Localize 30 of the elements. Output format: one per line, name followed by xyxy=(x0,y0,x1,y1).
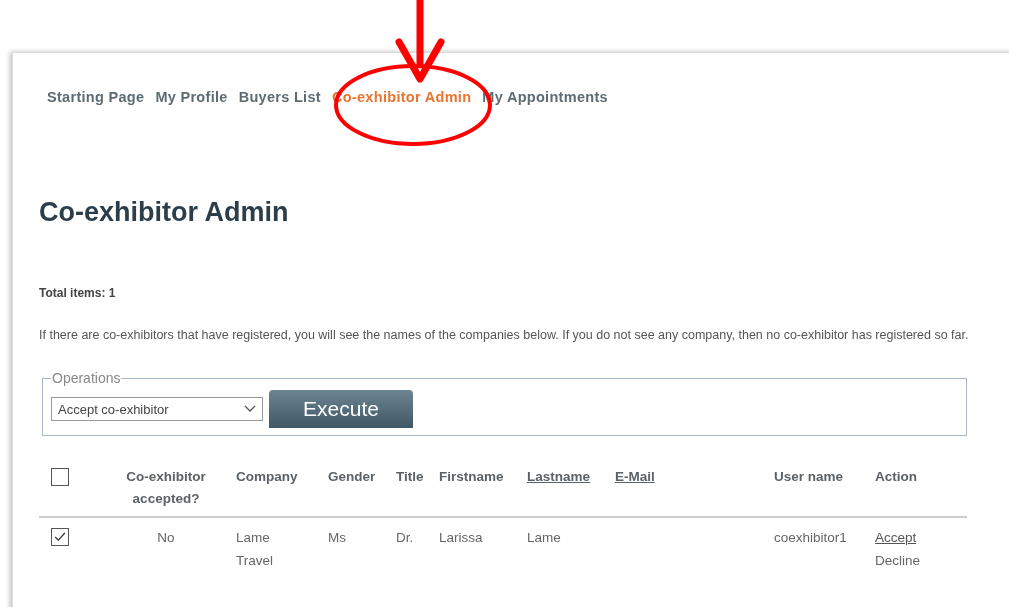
table-cell: Lame xyxy=(527,530,561,545)
column-header: User name xyxy=(774,469,844,484)
column-header: Firstname xyxy=(439,469,504,484)
table-cell: Lame Travel xyxy=(236,530,273,568)
nav-link[interactable]: Starting Page xyxy=(47,89,145,105)
execute-button[interactable]: Execute xyxy=(269,390,413,428)
column-header: Action xyxy=(875,469,917,484)
table-cell: Ms xyxy=(328,530,346,545)
operation-select[interactable]: Accept co-exhibitor xyxy=(51,397,263,421)
table-cell: No xyxy=(157,530,175,545)
total-items: Total items: 1 xyxy=(39,286,117,300)
row-checkbox[interactable] xyxy=(51,528,69,546)
nav-link[interactable]: My Profile xyxy=(155,89,228,105)
info-text: If there are co-exhibitors that have registered, you will see the names of the companies below. If you do not see any company, then no co-exhibitor has registered so far. xyxy=(39,327,969,344)
column-header: Co-exhibitor accepted? xyxy=(126,469,206,506)
table-cell: Dr. xyxy=(396,530,414,545)
column-header: Company xyxy=(236,469,298,484)
nav-link[interactable]: Buyers List xyxy=(238,89,321,105)
column-header: Title xyxy=(396,469,424,484)
chevron-down-icon xyxy=(244,405,256,413)
select-all-checkbox[interactable] xyxy=(51,468,69,486)
action-link[interactable]: Accept xyxy=(875,530,917,545)
table-cell: Larissa xyxy=(439,530,483,545)
column-sort-link[interactable]: Lastname xyxy=(527,469,591,484)
page-title: Co-exhibitor Admin xyxy=(39,197,290,228)
operations-legend: Operations xyxy=(51,370,122,386)
column-header: Gender xyxy=(328,469,376,484)
table-cell: coexhibitor1 xyxy=(774,530,847,545)
column-sort-link[interactable]: E-Mail xyxy=(615,469,655,484)
action-text[interactable]: Decline xyxy=(875,553,921,568)
